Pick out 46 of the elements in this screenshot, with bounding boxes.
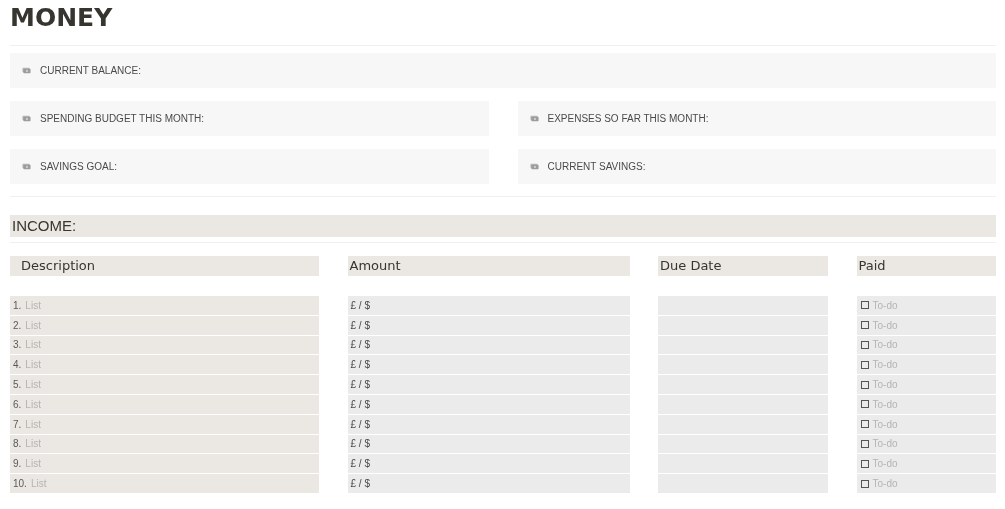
page-title: MONEY (10, 2, 114, 34)
money-icon (22, 115, 31, 122)
money-icon (529, 163, 539, 170)
money-icon (22, 67, 31, 74)
amount-cell[interactable]: £ / $ (347, 315, 630, 335)
column-header: Paid (856, 256, 996, 276)
amount-cell[interactable]: £ / $ (347, 474, 630, 493)
amount-cell[interactable]: £ / $ (347, 375, 630, 394)
amount-cell[interactable]: £ / $ (347, 414, 630, 434)
amount-cell[interactable]: £ / $ (347, 434, 630, 454)
checkbox[interactable] (860, 341, 869, 349)
checkbox[interactable] (860, 400, 869, 409)
amount-cell[interactable]: £ / $ (347, 454, 630, 474)
callout-label: SAVINGS GOAL: (40, 161, 118, 172)
checkbox[interactable] (860, 420, 869, 429)
callout-label: CURRENT SAVINGS: (547, 161, 646, 172)
list-number: 2. (13, 319, 22, 331)
amount-cell[interactable]: £ / $ (347, 296, 630, 315)
list-number: 6. (13, 398, 22, 410)
list-number: 8. (13, 438, 22, 450)
checkbox[interactable] (860, 439, 869, 448)
checkbox[interactable] (860, 321, 869, 330)
column-header: Amount (347, 256, 630, 276)
amount-cell[interactable]: £ / $ (347, 395, 630, 414)
checkbox[interactable] (860, 360, 869, 369)
checkbox[interactable] (860, 479, 869, 488)
list-number: 10. (13, 478, 27, 490)
column-header: Due Date (658, 256, 828, 276)
money-icon (529, 115, 539, 122)
list-number: 3. (13, 339, 22, 351)
checkbox[interactable] (860, 459, 869, 468)
callout-label: CURRENT BALANCE: (40, 65, 141, 76)
list-number: 4. (13, 359, 22, 371)
amount-cell[interactable]: £ / $ (347, 335, 630, 355)
money-icon (22, 163, 31, 170)
checkbox[interactable] (860, 380, 869, 389)
callout-label: SPENDING BUDGET THIS MONTH: (40, 113, 205, 124)
checkbox[interactable] (860, 301, 869, 310)
list-number: 7. (13, 418, 22, 430)
list-number: 5. (13, 379, 22, 391)
column-header: Description (10, 256, 319, 276)
list-number: 1. (13, 299, 22, 311)
section-heading: INCOME: (10, 215, 996, 237)
amount-cell[interactable]: £ / $ (347, 355, 630, 375)
callout-label: EXPENSES SO FAR THIS MONTH: (547, 113, 709, 124)
list-number: 9. (13, 458, 22, 470)
